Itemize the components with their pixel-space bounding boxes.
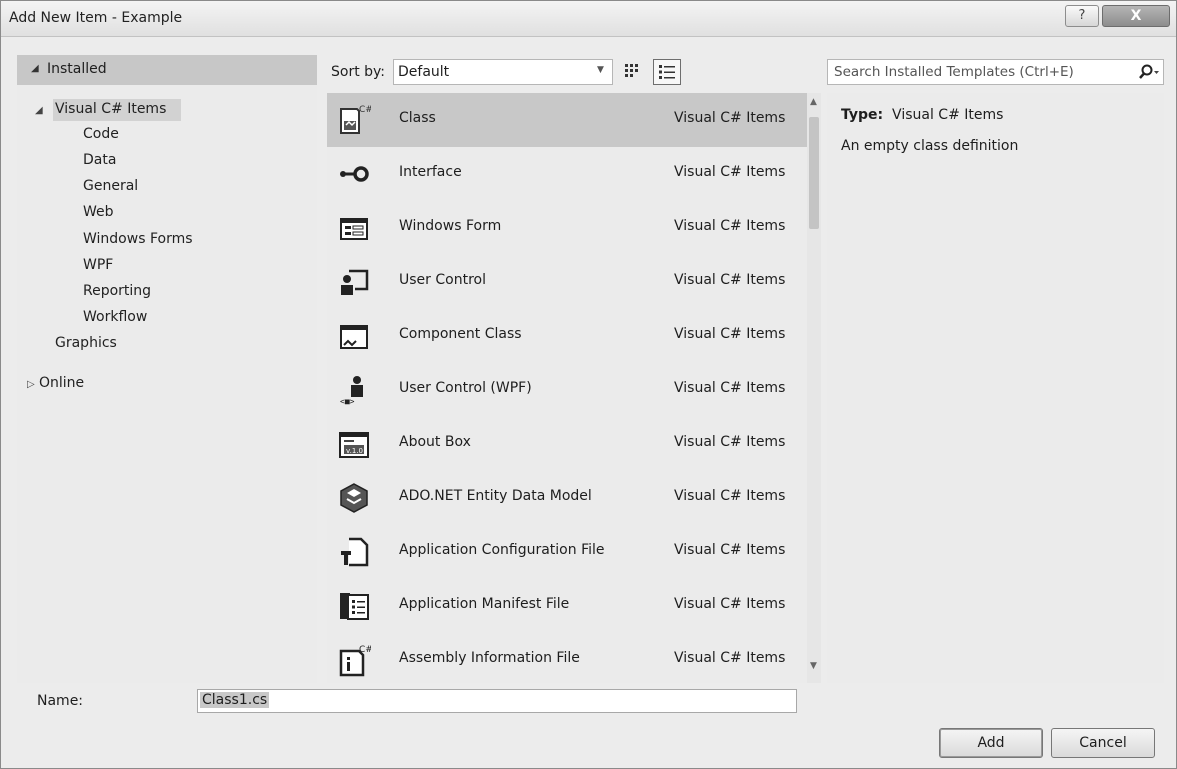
search-placeholder: Search Installed Templates (Ctrl+E) xyxy=(834,64,1074,80)
template-row[interactable]: C# Assembly Information File Visual C# I… xyxy=(327,633,807,683)
template-row[interactable]: Application Manifest File Visual C# Item… xyxy=(327,579,807,633)
template-category: Visual C# Items xyxy=(674,110,786,126)
template-category: Visual C# Items xyxy=(674,326,786,342)
template-category-tree: ◢ Installed ◢ Visual C# Items Code Data … xyxy=(17,55,317,683)
tree-node-wpf[interactable]: WPF xyxy=(83,257,113,273)
close-button[interactable]: X xyxy=(1102,5,1170,27)
class-icon: C# xyxy=(340,105,371,134)
interface-icon xyxy=(340,166,369,182)
svg-text:v.1.0: v.1.0 xyxy=(346,447,363,455)
tree-node-installed[interactable]: ◢ Installed xyxy=(17,55,317,85)
tree-node-code[interactable]: Code xyxy=(83,126,119,142)
config-file-icon xyxy=(341,537,369,567)
template-name: Class xyxy=(399,110,436,126)
template-name: Windows Form xyxy=(399,218,502,234)
template-row[interactable]: ADO.NET Entity Data Model Visual C# Item… xyxy=(327,471,807,525)
template-list: C# Class Visual C# Items Interface Visua… xyxy=(327,93,807,683)
template-details-panel: Type: Visual C# Items An empty class def… xyxy=(827,93,1164,683)
template-name: Assembly Information File xyxy=(399,650,580,666)
help-button[interactable]: ? xyxy=(1065,5,1099,27)
chevron-down-icon[interactable]: ▼ xyxy=(597,65,604,75)
user-control-icon xyxy=(341,269,369,295)
entity-data-model-icon xyxy=(340,483,368,513)
list-view-button[interactable] xyxy=(653,59,681,85)
template-category: Visual C# Items xyxy=(674,380,786,396)
name-label: Name: xyxy=(37,693,84,709)
template-category: Visual C# Items xyxy=(674,272,786,288)
template-row[interactable]: Windows Form Visual C# Items xyxy=(327,201,807,255)
scroll-up-arrow-icon[interactable]: ▲ xyxy=(810,97,817,107)
tree-node-data[interactable]: Data xyxy=(83,152,116,168)
sort-by-label: Sort by: xyxy=(331,64,386,80)
add-button[interactable]: Add xyxy=(939,728,1043,758)
template-description: An empty class definition xyxy=(841,138,1019,154)
window-title: Add New Item - Example xyxy=(9,10,183,26)
template-type: Type: Visual C# Items xyxy=(841,107,1003,123)
template-name: Application Manifest File xyxy=(399,596,570,612)
name-input-value: Class1.cs xyxy=(200,692,270,708)
svg-text:C#: C# xyxy=(359,105,371,115)
sort-by-value: Default xyxy=(398,64,450,80)
list-view-icon xyxy=(659,65,675,79)
search-templates-input[interactable]: Search Installed Templates (Ctrl+E) xyxy=(827,59,1164,85)
type-label: Type: xyxy=(841,107,884,123)
component-class-icon xyxy=(340,325,368,349)
manifest-file-icon xyxy=(340,593,369,620)
scrollbar-thumb[interactable] xyxy=(809,117,819,229)
template-category: Visual C# Items xyxy=(674,596,786,612)
svg-text:C#: C# xyxy=(359,645,371,655)
tree-node-windows-forms[interactable]: Windows Forms xyxy=(83,231,193,247)
template-name: User Control (WPF) xyxy=(399,380,532,396)
name-input[interactable]: Class1.cs xyxy=(197,689,797,713)
user-control-wpf-icon: <■> xyxy=(340,376,363,406)
assembly-info-icon: C# xyxy=(339,645,371,677)
collapsed-triangle-icon[interactable]: ▷ xyxy=(27,379,35,390)
expanded-triangle-icon[interactable]: ◢ xyxy=(31,63,39,74)
template-row[interactable]: Application Configuration File Visual C#… xyxy=(327,525,807,579)
template-category: Visual C# Items xyxy=(674,650,786,666)
add-new-item-dialog: Add New Item - Example ? X ◢ Installed ◢… xyxy=(0,0,1177,769)
sort-by-dropdown[interactable]: Default xyxy=(393,59,613,85)
tree-node-label: Installed xyxy=(47,61,107,77)
template-name: ADO.NET Entity Data Model xyxy=(399,488,592,504)
template-name: Interface xyxy=(399,164,462,180)
template-row[interactable]: <■> User Control (WPF) Visual C# Items xyxy=(327,363,807,417)
template-category: Visual C# Items xyxy=(674,542,786,558)
search-icon[interactable] xyxy=(1138,63,1160,81)
template-category: Visual C# Items xyxy=(674,218,786,234)
cancel-button[interactable]: Cancel xyxy=(1051,728,1155,758)
about-box-icon: v.1.0 xyxy=(339,432,369,458)
template-category: Visual C# Items xyxy=(674,434,786,450)
grid-view-icon xyxy=(625,64,638,77)
template-row[interactable]: v.1.0 About Box Visual C# Items xyxy=(327,417,807,471)
template-category: Visual C# Items xyxy=(674,488,786,504)
template-category: Visual C# Items xyxy=(674,164,786,180)
template-name: About Box xyxy=(399,434,471,450)
windows-form-icon xyxy=(340,218,368,240)
template-name: User Control xyxy=(399,272,486,288)
expanded-triangle-icon[interactable]: ◢ xyxy=(35,105,43,116)
tree-node-reporting[interactable]: Reporting xyxy=(83,283,151,299)
medium-icons-view-button[interactable] xyxy=(619,59,645,85)
scroll-down-arrow-icon[interactable]: ▼ xyxy=(810,661,817,671)
template-name: Application Configuration File xyxy=(399,542,605,558)
tree-node-general[interactable]: General xyxy=(83,178,138,194)
tree-node-workflow[interactable]: Workflow xyxy=(83,309,147,325)
template-row[interactable]: Component Class Visual C# Items xyxy=(327,309,807,363)
template-list-scrollbar[interactable]: ▲ ▼ xyxy=(807,93,821,683)
svg-text:<■>: <■> xyxy=(340,397,355,406)
template-name: Component Class xyxy=(399,326,522,342)
template-row[interactable]: C# Class Visual C# Items xyxy=(327,93,807,147)
tree-node-graphics[interactable]: Graphics xyxy=(55,335,117,351)
template-row[interactable]: Interface Visual C# Items xyxy=(327,147,807,201)
tree-node-web[interactable]: Web xyxy=(83,204,114,220)
tree-node-online[interactable]: Online xyxy=(39,375,84,391)
template-row[interactable]: User Control Visual C# Items xyxy=(327,255,807,309)
type-value: Visual C# Items xyxy=(892,107,1004,123)
title-bar: Add New Item - Example ? X xyxy=(1,1,1176,37)
tree-node-visual-csharp-items[interactable]: Visual C# Items xyxy=(55,101,166,117)
